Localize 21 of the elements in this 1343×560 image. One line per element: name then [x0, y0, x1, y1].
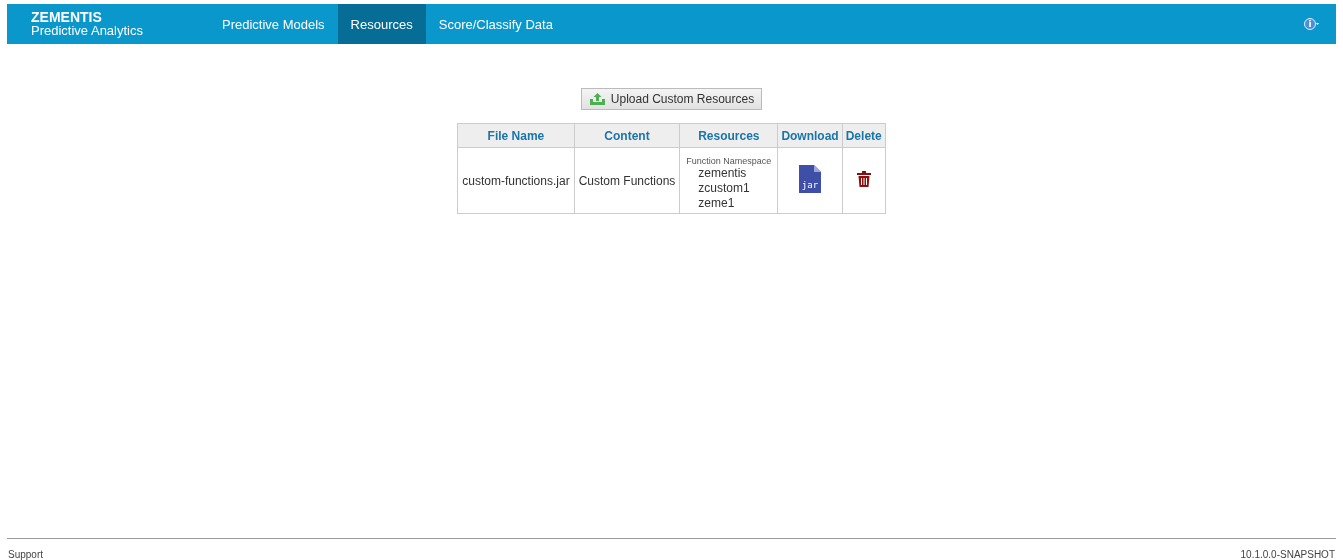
namespace-item: zeme1: [698, 196, 736, 211]
namespace-item: zementis: [698, 166, 748, 181]
trash-icon[interactable]: [856, 171, 871, 187]
column-header: Content: [574, 123, 680, 148]
column-header: Download: [777, 123, 843, 148]
table-cell: custom-functions.jar: [457, 147, 575, 214]
version-label: 10.1.0.0-SNAPSHOT: [1240, 549, 1336, 560]
table-cell: Custom Functions: [574, 147, 680, 214]
namespace-item: zcustom1: [698, 181, 751, 196]
upload-icon: [588, 92, 606, 106]
brand-title: ZEMENTIS: [31, 10, 103, 24]
resources-label: Function Namespace: [686, 156, 772, 166]
help-icon[interactable]: [1304, 17, 1320, 31]
nav-tab[interactable]: Resources: [337, 4, 426, 44]
column-header: Resources: [679, 123, 778, 148]
support-link[interactable]: Support: [7, 549, 44, 560]
column-header: Delete: [842, 123, 886, 148]
column-header: File Name: [457, 123, 575, 148]
jar-file-icon[interactable]: jar: [798, 165, 823, 193]
upload-button[interactable]: Upload Custom Resources: [580, 88, 763, 110]
brand-subtitle: Predictive Analytics: [31, 24, 144, 38]
